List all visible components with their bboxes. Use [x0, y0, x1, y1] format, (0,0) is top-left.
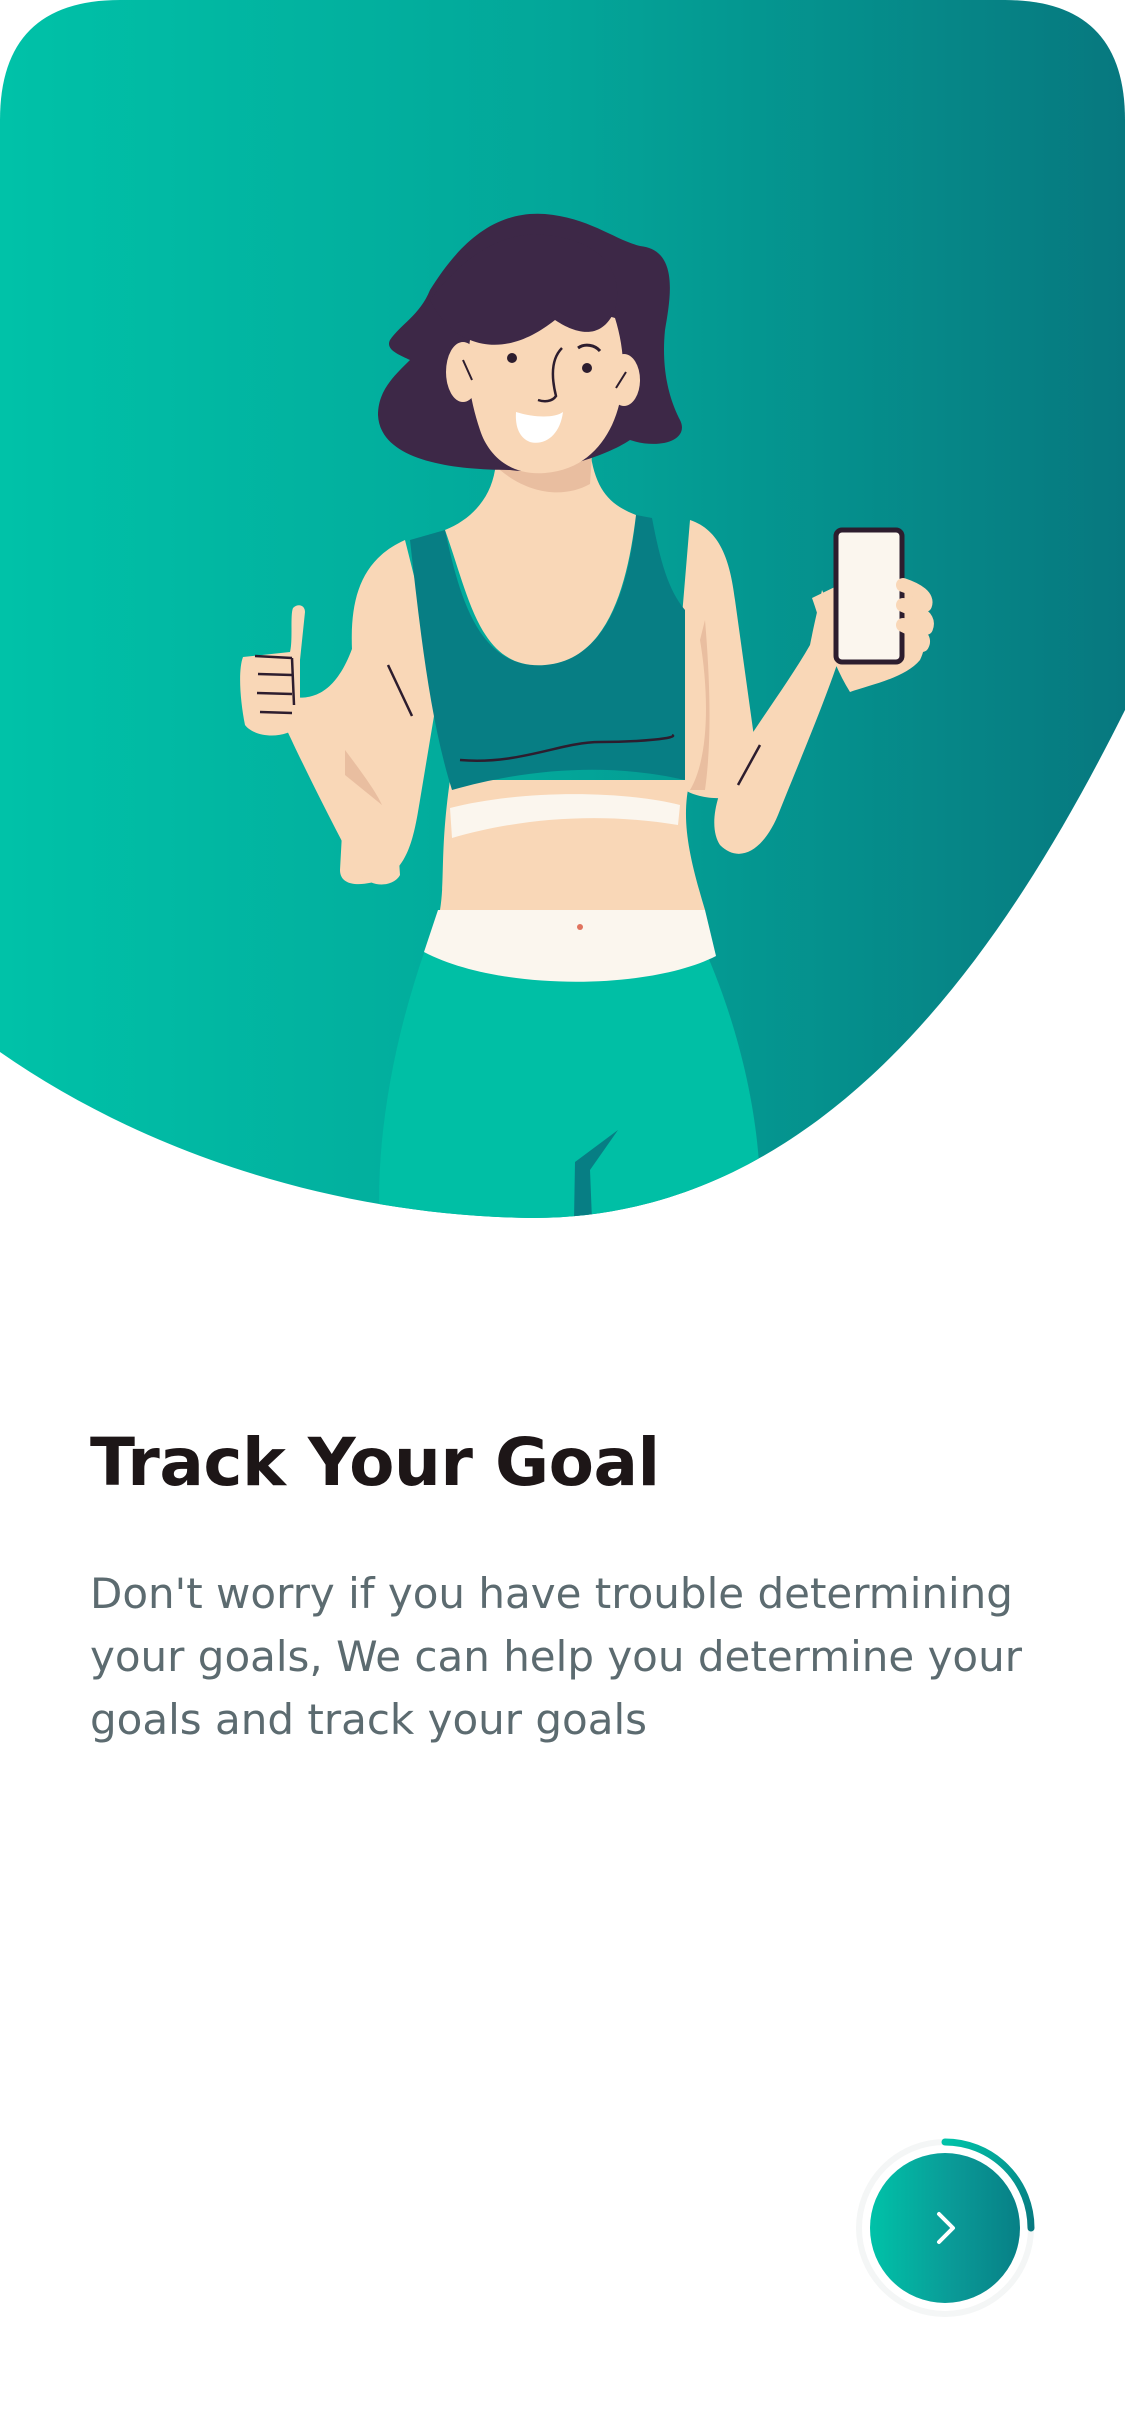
chevron-right-icon: [937, 2212, 955, 2244]
next-button-container: [855, 2120, 1055, 2320]
page-title: Track Your Goal: [90, 1424, 660, 1501]
hero-banner: [0, 0, 1125, 1230]
onboarding-screen: Track Your Goal Don't worry if you have …: [0, 0, 1125, 2436]
phone-in-hand: [833, 527, 905, 665]
page-description: Don't worry if you have trouble determin…: [90, 1569, 1023, 1744]
next-button[interactable]: [870, 2153, 1020, 2303]
